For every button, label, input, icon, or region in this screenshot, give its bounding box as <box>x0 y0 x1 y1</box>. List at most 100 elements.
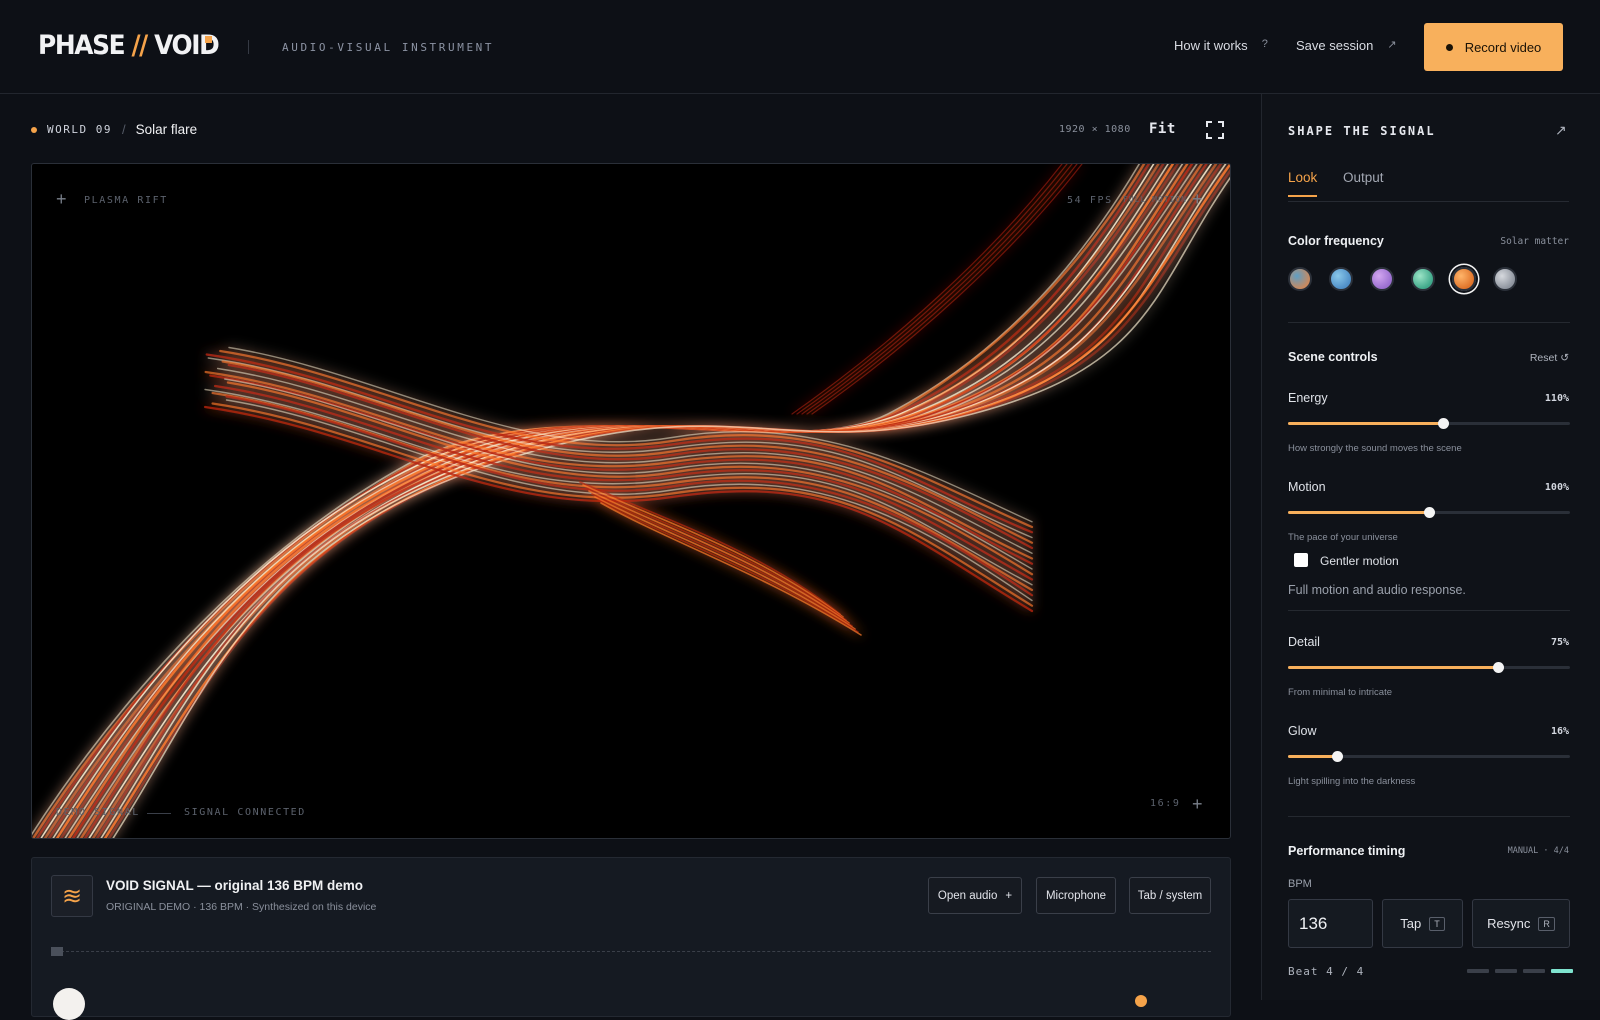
tab-system-label: Tab / system <box>1137 889 1203 902</box>
save-session-label: Save session <box>1296 38 1374 53</box>
motion-mode-readout: FULL MOTION <box>1123 195 1187 204</box>
divider <box>1288 610 1570 611</box>
beat-step <box>1551 969 1573 973</box>
selected-palette-name: Solar matter <box>1500 236 1569 247</box>
beat-counter: Beat 4 / 4 <box>1288 965 1365 978</box>
open-audio-button[interactable]: Open audio + <box>928 877 1022 914</box>
palette-swatch-4[interactable] <box>1411 267 1435 291</box>
plasma-visual <box>32 164 1230 838</box>
tab-system-button[interactable]: Tab / system <box>1129 877 1211 914</box>
audio-source-panel: ≋ VOID SIGNAL — original 136 BPM demo OR… <box>31 857 1231 1020</box>
waveform-track[interactable] <box>51 951 1211 952</box>
play-button[interactable] <box>53 988 85 1020</box>
app-tagline: AUDIO-VISUAL INSTRUMENT <box>282 41 495 54</box>
resolution-readout: 1920 × 1080 <box>1059 124 1131 135</box>
beat-step <box>1495 969 1517 973</box>
detail-slider-fill <box>1288 666 1499 669</box>
question-icon: ? <box>1261 38 1268 50</box>
detail-value: 75% <box>1550 637 1569 648</box>
tap-label: Tap <box>1400 916 1422 931</box>
reset-button[interactable]: Reset ↺ <box>1530 352 1569 364</box>
beat-step <box>1467 969 1489 973</box>
tap-tempo-button[interactable]: Tap T <box>1382 899 1463 948</box>
breadcrumb-separator: / <box>121 122 126 137</box>
record-video-label: Record video <box>1464 39 1542 55</box>
world-type-label: PLASMA RIFT <box>84 195 168 206</box>
breadcrumb: WORLD 09 / Solar flare <box>31 122 197 137</box>
logo-word-phase: PHASE <box>38 30 132 61</box>
motion-value: 100% <box>1544 482 1569 493</box>
record-dot-icon <box>1445 43 1453 51</box>
timing-mode: MANUAL · 4/4 <box>1507 846 1569 856</box>
palette-swatch-2[interactable] <box>1329 267 1353 291</box>
scene-name[interactable]: Solar flare <box>136 122 198 137</box>
playhead[interactable] <box>51 947 63 956</box>
microphone-button[interactable]: Microphone <box>1036 877 1116 914</box>
divider <box>1288 816 1570 817</box>
controls-panel: SHAPE THE SIGNAL ↗ Look Output Color fre… <box>1261 94 1600 1000</box>
energy-label: Energy <box>1288 391 1328 405</box>
track-title: VOID SIGNAL — original 136 BPM demo <box>106 878 364 893</box>
bpm-label: BPM <box>1288 878 1312 890</box>
motion-slider[interactable] <box>1288 507 1570 518</box>
energy-slider[interactable] <box>1288 418 1570 429</box>
resync-shortcut-key: R <box>1538 916 1555 931</box>
tab-look[interactable]: Look <box>1288 170 1318 197</box>
detail-label: Detail <box>1288 635 1320 649</box>
open-audio-label: Open audio <box>937 889 998 902</box>
save-session-link[interactable]: Save session ↗ <box>1296 38 1397 53</box>
beat-step <box>1523 969 1545 973</box>
glow-hint: Light spilling into the darkness <box>1288 776 1416 787</box>
energy-slider-fill <box>1288 422 1444 425</box>
how-it-works-label: How it works <box>1174 38 1248 53</box>
detail-slider[interactable] <box>1288 662 1570 673</box>
divider <box>1288 322 1570 323</box>
track-subtitle: ORIGINAL DEMO · 136 BPM · Synthesized on… <box>106 901 377 913</box>
visualizer-canvas[interactable]: + PLASMA RIFT 54 FPS FULL MOTION + DEMO … <box>31 163 1231 839</box>
panel-tabs: Look Output <box>1288 170 1569 202</box>
plus-icon: + <box>1005 889 1013 902</box>
header-divider <box>248 40 249 54</box>
panel-title: SHAPE THE SIGNAL <box>1288 124 1436 138</box>
fit-button[interactable]: Fit <box>1149 121 1176 137</box>
resync-button[interactable]: Resync R <box>1472 899 1570 948</box>
app-logo[interactable]: PHASE // VOID <box>38 30 220 61</box>
logo-accent-square <box>205 36 212 43</box>
palette-swatches <box>1288 267 1517 291</box>
glow-slider-fill <box>1288 755 1338 758</box>
motion-slider-thumb[interactable] <box>1424 507 1435 518</box>
glow-slider-thumb[interactable] <box>1332 751 1344 762</box>
status-divider <box>147 813 171 814</box>
aspect-ratio-readout: 16:9 <box>1150 798 1181 809</box>
gentler-motion-label[interactable]: Gentler motion <box>1320 554 1399 568</box>
palette-swatch-6[interactable] <box>1493 267 1517 291</box>
palette-swatch-1[interactable] <box>1288 267 1312 291</box>
fps-readout: 54 FPS <box>1067 195 1113 206</box>
corner-plus-icon: + <box>1192 794 1203 814</box>
detail-slider-thumb[interactable] <box>1493 662 1505 673</box>
tab-output[interactable]: Output <box>1343 170 1384 195</box>
fullscreen-icon[interactable] <box>1206 121 1224 139</box>
gentler-motion-checkbox[interactable] <box>1294 553 1308 567</box>
energy-slider-thumb[interactable] <box>1438 418 1450 429</box>
arrow-up-right-icon: ↗ <box>1387 39 1397 51</box>
palette-swatch-3[interactable] <box>1370 267 1394 291</box>
live-dot-icon <box>31 126 37 133</box>
logo-slash: // <box>131 30 148 61</box>
level-indicator <box>1135 995 1147 1007</box>
energy-value: 110% <box>1544 393 1569 404</box>
motion-hint: The pace of your universe <box>1288 532 1398 543</box>
motion-label: Motion <box>1288 480 1326 494</box>
logo-word-void: VOID <box>146 30 220 61</box>
how-it-works-link[interactable]: How it works ? <box>1174 38 1268 53</box>
world-label[interactable]: WORLD 09 <box>47 123 112 136</box>
popout-icon[interactable]: ↗ <box>1555 122 1567 139</box>
palette-swatch-5[interactable] <box>1452 267 1476 291</box>
glow-slider[interactable] <box>1288 751 1570 762</box>
performance-timing-heading: Performance timing <box>1288 844 1406 858</box>
bpm-input[interactable]: 136 <box>1288 899 1373 948</box>
record-video-button[interactable]: Record video <box>1424 23 1563 71</box>
corner-plus-icon: + <box>56 189 67 209</box>
motion-slider-fill <box>1288 511 1429 514</box>
resync-label: Resync <box>1487 916 1531 931</box>
